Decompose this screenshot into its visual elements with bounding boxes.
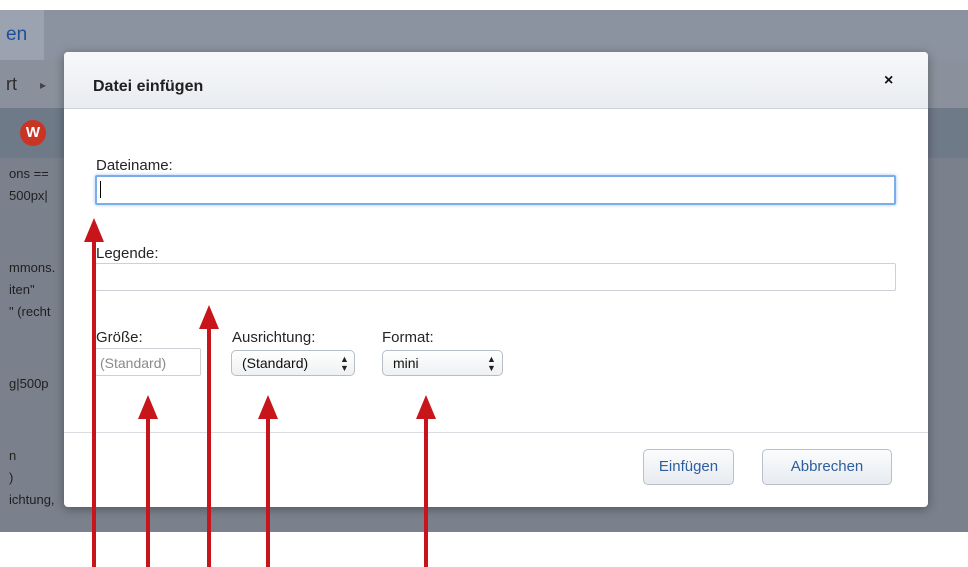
size-label: Größe: (96, 329, 143, 346)
tab-active[interactable]: en (0, 10, 44, 60)
alignment-value: (Standard) (242, 355, 309, 371)
text-caret (100, 181, 101, 198)
close-icon[interactable]: × (884, 72, 893, 90)
bottom-area (0, 532, 968, 567)
editor-line: iten" (9, 282, 35, 297)
caption-input[interactable] (95, 263, 896, 291)
editor-line: ichtung, (9, 492, 55, 507)
toolbar-arrow-icon[interactable]: ▸ (40, 78, 46, 92)
tab-label: en (6, 24, 28, 45)
top-edge (0, 0, 968, 10)
select-arrows-icon: ▲ ▼ (487, 354, 496, 373)
dialog-divider (64, 432, 928, 433)
insert-button[interactable]: Einfügen (643, 449, 734, 485)
editor-line: g|500p (9, 376, 49, 391)
editor-line: n (9, 448, 17, 463)
alignment-label: Ausrichtung: (232, 329, 316, 346)
format-label: Format: (382, 329, 434, 346)
insert-file-dialog: Datei einfügen × Dateiname: Legende: Grö… (64, 52, 928, 507)
wikipedia-icon[interactable]: W (20, 120, 46, 146)
editor-line: 500px| (9, 188, 48, 203)
alignment-select[interactable]: (Standard) ▲ ▼ (231, 350, 355, 376)
dialog-header: Datei einfügen × (64, 52, 928, 109)
editor-line: " (recht (9, 304, 51, 319)
size-placeholder: (Standard) (100, 355, 167, 371)
filename-input[interactable] (95, 175, 896, 205)
format-select[interactable]: mini ▲ ▼ (382, 350, 503, 376)
caption-label: Legende: (96, 245, 159, 262)
select-arrows-icon: ▲ ▼ (340, 354, 349, 373)
size-input[interactable]: (Standard) (95, 348, 201, 376)
editor-line: mmons. (9, 260, 56, 275)
format-value: mini (393, 355, 419, 371)
toolbar-label[interactable]: rt (6, 74, 17, 95)
editor-line: ) (9, 470, 14, 485)
cancel-button[interactable]: Abbrechen (762, 449, 892, 485)
editor-line: ons == (9, 166, 49, 181)
filename-label: Dateiname: (96, 157, 173, 174)
dialog-title: Datei einfügen (93, 78, 204, 95)
